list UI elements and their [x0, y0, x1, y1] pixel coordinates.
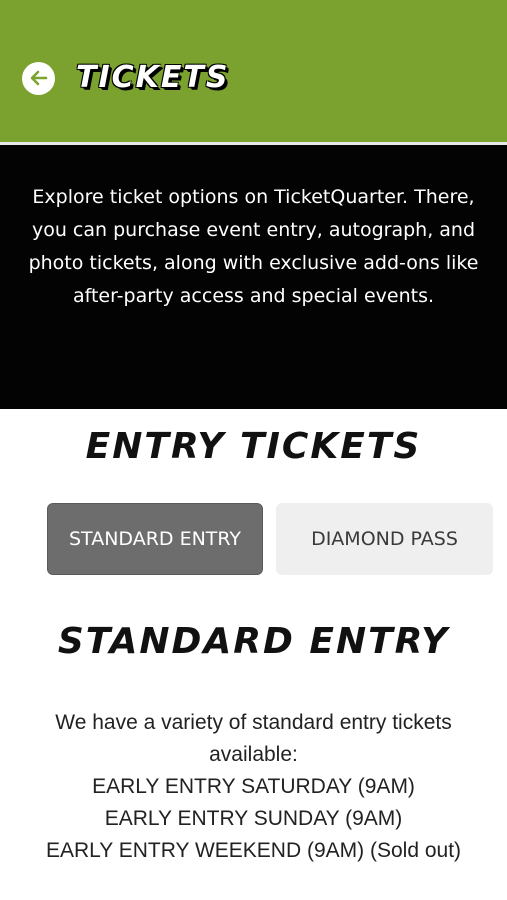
ticket-type-tabs: STANDARD ENTRY DIAMOND PASS: [47, 503, 493, 575]
standard-entry-title: STANDARD ENTRY: [57, 621, 450, 662]
standard-entry-description: We have a variety of standard entry tick…: [0, 707, 507, 867]
intro-text: Explore ticket options on TicketQuarter.…: [28, 186, 479, 307]
page-title: TICKETS: [76, 60, 230, 95]
intro-banner: Explore ticket options on TicketQuarter.…: [0, 145, 507, 409]
tickets-page: TICKETS Explore ticket options on Ticket…: [0, 0, 507, 900]
description-line: available:: [209, 743, 298, 766]
ticket-option-weekend: EARLY ENTRY WEEKEND (9AM) (Sold out): [45, 839, 462, 862]
page-header: TICKETS: [0, 0, 507, 142]
arrow-left-icon: [30, 70, 47, 86]
description-line: We have a variety of standard entry tick…: [55, 711, 452, 734]
entry-tickets-title: ENTRY TICKETS: [85, 426, 422, 467]
ticket-option-sunday: EARLY ENTRY SUNDAY (9AM): [104, 807, 403, 830]
tab-standard-entry[interactable]: STANDARD ENTRY: [47, 503, 263, 575]
back-button[interactable]: [22, 61, 55, 95]
ticket-option-saturday: EARLY ENTRY SATURDAY (9AM): [92, 775, 415, 798]
tab-diamond-pass[interactable]: DIAMOND PASS: [276, 503, 493, 575]
